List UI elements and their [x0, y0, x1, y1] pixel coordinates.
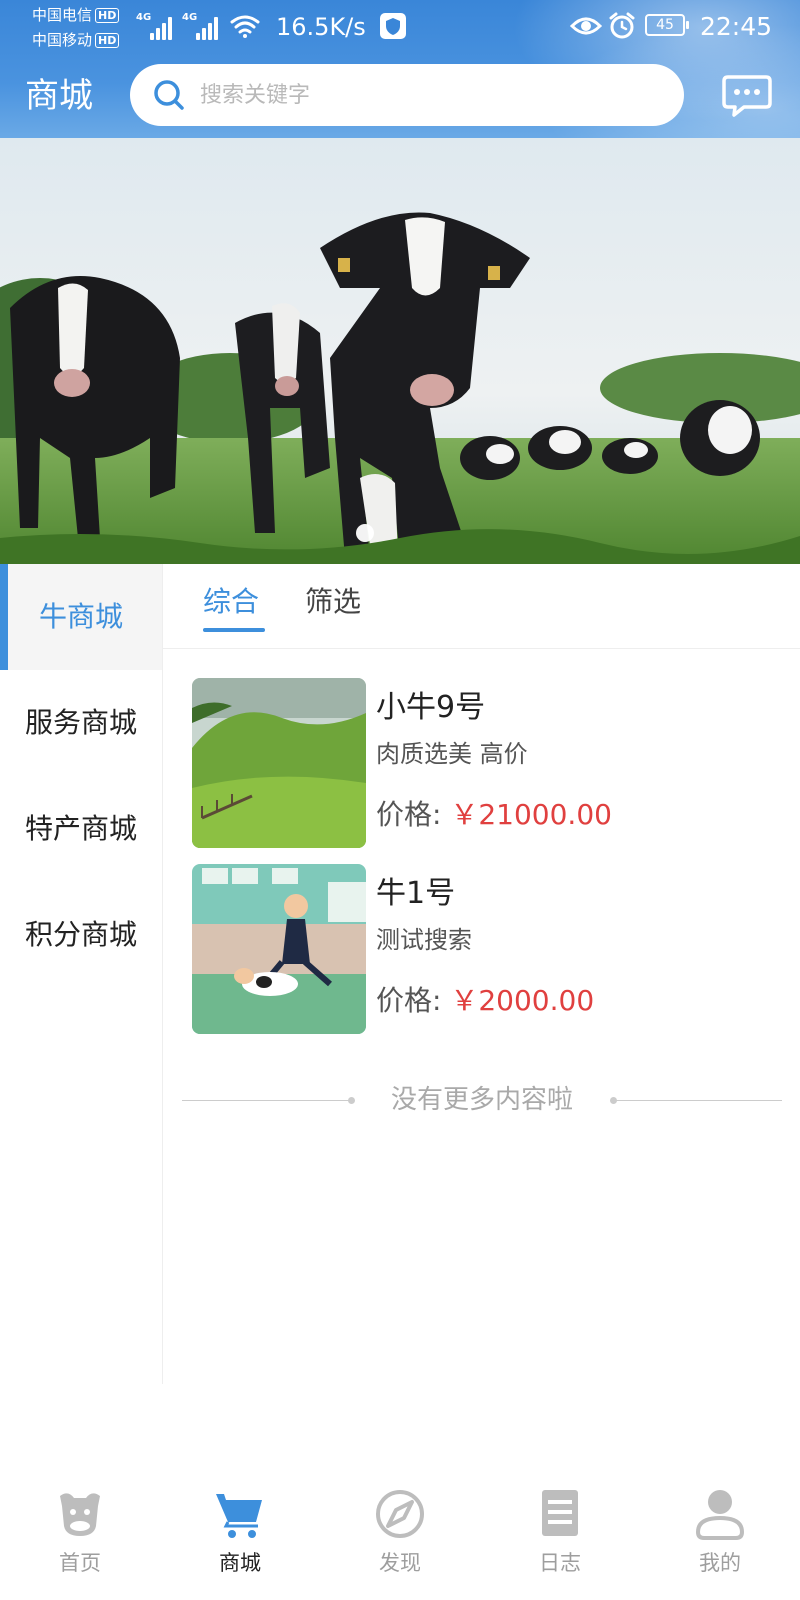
product-card[interactable]: 牛1号 测试搜索 价格: ￥2000.00: [192, 864, 782, 1034]
search-input[interactable]: [200, 76, 660, 114]
carrier-1: 中国电信 HD: [32, 6, 120, 24]
sidebar-item-specialty-mall[interactable]: 特产商城: [0, 776, 162, 882]
sidebar-item-label: 积分商城: [24, 918, 137, 951]
status-time: 22:45: [700, 12, 773, 41]
nav-label: 发现: [379, 1551, 421, 1575]
nav-label: 首页: [59, 1551, 101, 1575]
no-more-text: 没有更多内容啦: [390, 1085, 573, 1115]
sidebar-item-points-mall[interactable]: 积分商城: [0, 882, 162, 988]
nav-item-home[interactable]: 首页: [0, 1480, 160, 1600]
search-bar[interactable]: [130, 64, 684, 126]
product-name: 小牛9号: [376, 690, 486, 725]
net-speed: 16.5K/s: [276, 13, 366, 41]
product-price: 价格: ￥21000.00: [376, 796, 612, 834]
sidebar-item-label: 特产商城: [24, 812, 137, 845]
sort-tabs: 综合 筛选: [163, 564, 800, 649]
carrier-1-name: 中国电信: [32, 6, 93, 24]
active-tab-indicator: [203, 628, 265, 632]
network-type: 4G: [136, 12, 152, 23]
product-image: [192, 864, 366, 1034]
signal-icon: 4G: [182, 12, 224, 40]
tab-comprehensive[interactable]: 综合: [203, 584, 259, 620]
wifi-icon: [230, 15, 260, 38]
product-image: [192, 678, 366, 848]
alarm-icon: [609, 12, 635, 39]
search-icon[interactable]: [152, 78, 186, 112]
nav-label: 商城: [219, 1551, 261, 1575]
cart-icon: [216, 1494, 262, 1538]
eye-icon: [570, 17, 602, 35]
bottom-nav: 首页 商城 发现 日志 我的: [0, 1480, 800, 1600]
nav-item-discover[interactable]: 发现: [320, 1480, 480, 1600]
product-card[interactable]: 小牛9号 肉质选美 高价 价格: ￥21000.00: [192, 678, 782, 848]
price-amount: ￥2000.00: [450, 984, 595, 1017]
hd-badge: HD: [95, 33, 120, 48]
sidebar-item-cattle-mall[interactable]: 牛商城: [0, 564, 162, 670]
nav-item-mall[interactable]: 商城: [160, 1480, 320, 1600]
network-type: 4G: [182, 12, 198, 23]
shield-icon: [380, 13, 406, 39]
price-label: 价格:: [376, 798, 442, 831]
tab-filter[interactable]: 筛选: [305, 584, 361, 620]
hd-badge: HD: [95, 8, 120, 23]
price-label: 价格:: [376, 984, 442, 1017]
banner-carousel[interactable]: [0, 138, 800, 564]
product-description: 肉质选美 高价: [376, 740, 528, 768]
carrier-2: 中国移动 HD: [32, 31, 120, 49]
sidebar-item-service-mall[interactable]: 服务商城: [0, 670, 162, 776]
sidebar-item-label: 服务商城: [24, 706, 137, 739]
carousel-indicator[interactable]: [356, 524, 374, 542]
message-icon[interactable]: [722, 73, 772, 119]
product-name: 牛1号: [376, 876, 456, 911]
list-end-indicator: 没有更多内容啦: [182, 1080, 782, 1120]
cow-head-icon: [60, 1493, 100, 1536]
carrier-2-name: 中国移动: [32, 31, 93, 49]
nav-label: 我的: [699, 1551, 741, 1575]
product-price: 价格: ￥2000.00: [376, 982, 594, 1020]
battery-indicator: 45: [645, 14, 689, 36]
price-amount: ￥21000.00: [450, 798, 612, 831]
product-description: 测试搜索: [376, 926, 472, 954]
category-sidebar: 牛商城 服务商城 特产商城 积分商城: [0, 564, 163, 1384]
page-title: 商城: [25, 76, 93, 116]
sidebar-item-label: 牛商城: [38, 600, 123, 633]
nav-label: 日志: [539, 1551, 581, 1575]
compass-icon: [376, 1490, 424, 1538]
status-bar: 中国电信 HD 中国移动 HD 4G 4G 16.5K/s 45 22:45: [0, 0, 800, 54]
nav-item-mine[interactable]: 我的: [640, 1480, 800, 1600]
nav-item-log[interactable]: 日志: [480, 1480, 640, 1600]
log-icon: [542, 1490, 578, 1536]
app-header: 中国电信 HD 中国移动 HD 4G 4G 16.5K/s 45 22:45 商…: [0, 0, 800, 138]
user-icon: [695, 1490, 745, 1540]
signal-icon: 4G: [136, 12, 178, 40]
banner-image: [0, 138, 800, 564]
